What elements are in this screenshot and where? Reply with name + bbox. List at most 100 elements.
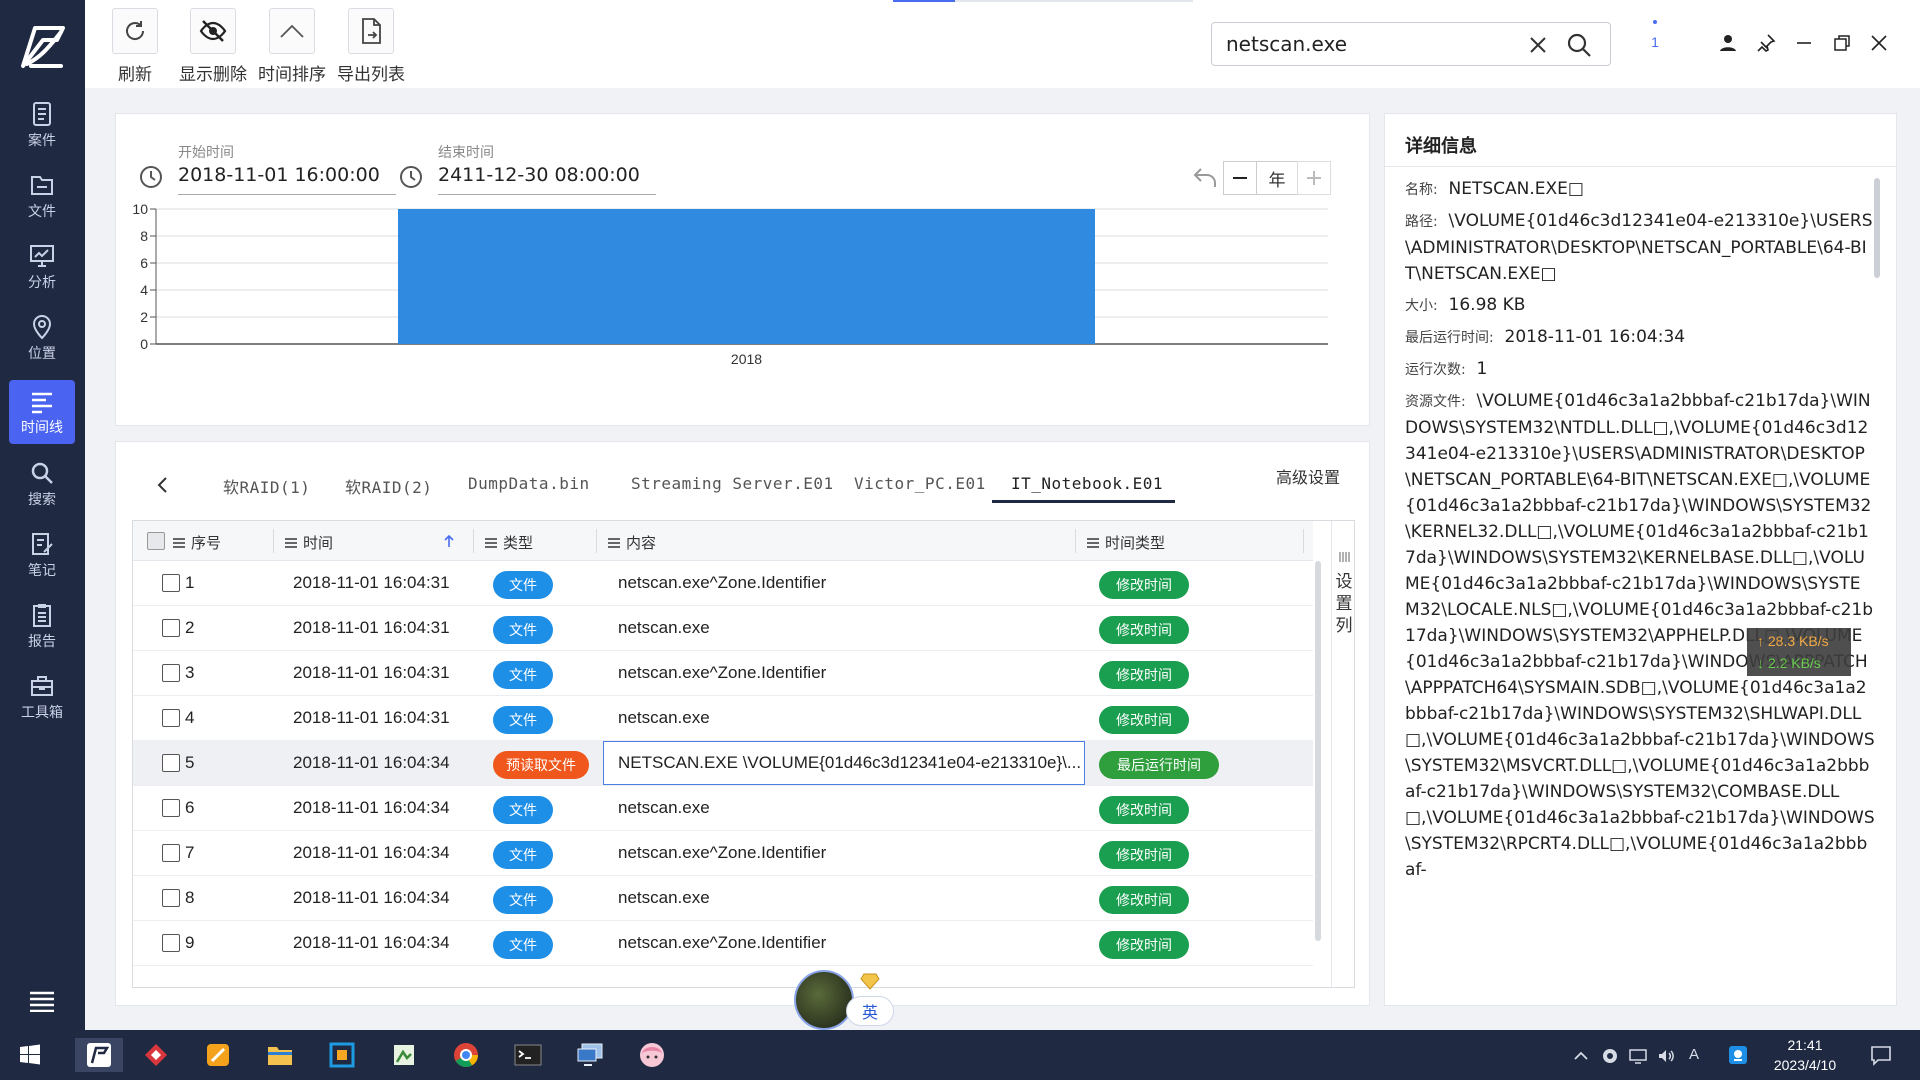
row-content[interactable]: netscan.exe	[618, 618, 1088, 638]
sidebar-item-report[interactable]: 报告	[9, 594, 75, 658]
row-content[interactable]: netscan.exe^Zone.Identifier	[618, 573, 1088, 593]
taskbar-app-red-tool[interactable]	[138, 1038, 174, 1072]
show-deleted-button[interactable]: 显示删除	[173, 8, 253, 85]
taskbar-app-forensics[interactable]	[75, 1038, 123, 1072]
notification-center-icon[interactable]	[1870, 1044, 1892, 1066]
taskbar-app-blue-tool[interactable]	[324, 1038, 360, 1072]
search-box[interactable]	[1211, 22, 1611, 66]
row-checkbox[interactable]	[162, 709, 180, 727]
pin-icon[interactable]	[1755, 32, 1777, 54]
taskbar-app-terminal[interactable]	[510, 1038, 546, 1072]
zoom-unit-select[interactable]: 年	[1256, 161, 1298, 195]
row-content[interactable]: netscan.exe^Zone.Identifier	[618, 933, 1088, 953]
start-button[interactable]	[12, 1038, 48, 1072]
column-settings-button[interactable]: 设置列	[1331, 521, 1355, 987]
tab-victor-pc[interactable]: Victor_PC.E01	[854, 474, 986, 493]
tab-soft-raid-1[interactable]: 软RAID(1)	[223, 474, 310, 498]
col-divider[interactable]	[1075, 529, 1076, 553]
advanced-settings-link[interactable]: 高级设置	[1276, 464, 1340, 488]
minimize-icon[interactable]	[1793, 32, 1815, 54]
table-row[interactable]: 3 2018-11-01 16:04:31 文件 netscan.exe^Zon…	[133, 651, 1313, 696]
taskbar-app-orange-tool[interactable]	[200, 1038, 236, 1072]
row-checkbox[interactable]	[162, 799, 180, 817]
table-row[interactable]: 7 2018-11-01 16:04:34 文件 netscan.exe^Zon…	[133, 831, 1313, 876]
taskbar-app-chrome[interactable]	[448, 1038, 484, 1072]
sort-ascending-icon[interactable]	[443, 534, 455, 548]
qq-icon[interactable]	[1728, 1045, 1748, 1065]
chevron-left-icon[interactable]	[156, 476, 170, 494]
tab-it-notebook[interactable]: IT_Notebook.E01	[1011, 474, 1163, 493]
row-content[interactable]: netscan.exe	[618, 708, 1088, 728]
volume-icon[interactable]	[1656, 1046, 1676, 1066]
col-divider[interactable]	[473, 529, 474, 553]
tray-app-icon[interactable]	[1600, 1046, 1620, 1066]
export-list-button[interactable]: 导出列表	[331, 8, 411, 85]
ime-language-toggle[interactable]: 英	[846, 996, 894, 1026]
row-content[interactable]: netscan.exe	[618, 798, 1088, 818]
row-content[interactable]: NETSCAN.EXE \VOLUME{01d46c3d12341e04-e21…	[603, 741, 1085, 785]
hamburger-menu-icon[interactable]	[28, 990, 56, 1012]
row-checkbox[interactable]	[162, 934, 180, 952]
taskbar-app-anime[interactable]	[634, 1038, 670, 1072]
restore-icon[interactable]	[1831, 32, 1853, 54]
zoom-in-button[interactable]	[1297, 161, 1331, 195]
col-divider[interactable]	[273, 529, 274, 553]
col-index-header[interactable]: 序号	[173, 532, 221, 553]
table-row[interactable]: 4 2018-11-01 16:04:31 文件 netscan.exe 修改时…	[133, 696, 1313, 741]
row-checkbox[interactable]	[162, 844, 180, 862]
row-checkbox[interactable]	[162, 574, 180, 592]
time-sort-button[interactable]: 时间排序	[252, 8, 332, 85]
col-type-header[interactable]: 类型	[485, 532, 533, 553]
col-content-header[interactable]: 内容	[608, 532, 656, 553]
bar-2018[interactable]	[398, 209, 1095, 344]
zoom-out-button[interactable]	[1223, 161, 1257, 195]
tab-soft-raid-2[interactable]: 软RAID(2)	[345, 474, 432, 498]
detail-scrollbar[interactable]	[1874, 178, 1880, 278]
col-divider[interactable]	[1303, 529, 1304, 553]
chevron-up-icon[interactable]	[1571, 1046, 1591, 1066]
undo-icon[interactable]	[1191, 165, 1219, 191]
row-checkbox[interactable]	[162, 754, 180, 772]
tab-streaming-server[interactable]: Streaming Server.E01	[631, 474, 834, 493]
sidebar-item-location[interactable]: 位置	[9, 306, 75, 370]
col-time-type-header[interactable]: 时间类型	[1087, 532, 1165, 553]
select-all-checkbox[interactable]	[147, 532, 165, 550]
app-logo[interactable]	[17, 20, 69, 72]
sidebar-item-note[interactable]: 笔记	[9, 523, 75, 587]
input-language-indicator[interactable]: A	[1684, 1046, 1704, 1066]
row-checkbox[interactable]	[162, 619, 180, 637]
timeline-bar-chart[interactable]: 0 2 4 6 8 10 2018	[116, 194, 1366, 374]
table-row[interactable]: 1 2018-11-01 16:04:31 文件 netscan.exe^Zon…	[133, 561, 1313, 606]
network-icon[interactable]	[1628, 1046, 1648, 1066]
sidebar-item-timeline[interactable]: 时间线	[9, 380, 75, 444]
table-row[interactable]: 8 2018-11-01 16:04:34 文件 netscan.exe 修改时…	[133, 876, 1313, 921]
end-time-field[interactable]: 2411-12-30 08:00:00	[438, 164, 656, 195]
col-time-header[interactable]: 时间	[285, 532, 333, 553]
taskbar-app-explorer[interactable]	[262, 1038, 298, 1072]
table-row[interactable]: 2 2018-11-01 16:04:31 文件 netscan.exe 修改时…	[133, 606, 1313, 651]
row-content[interactable]: netscan.exe^Zone.Identifier	[618, 663, 1088, 683]
row-checkbox[interactable]	[162, 664, 180, 682]
taskbar-app-remote-desktop[interactable]	[572, 1038, 608, 1072]
user-icon[interactable]	[1717, 32, 1739, 54]
sidebar-item-file[interactable]: 文件	[9, 164, 75, 228]
taskbar-app-green-tool[interactable]	[386, 1038, 422, 1072]
close-icon[interactable]	[1868, 32, 1890, 54]
refresh-button[interactable]: 刷新	[95, 8, 175, 85]
table-row[interactable]: 6 2018-11-01 16:04:34 文件 netscan.exe 修改时…	[133, 786, 1313, 831]
sidebar-item-search[interactable]: 搜索	[9, 452, 75, 516]
table-row-selected[interactable]: 5 2018-11-01 16:04:34 预读取文件 NETSCAN.EXE …	[133, 741, 1313, 786]
floating-avatar[interactable]	[794, 970, 854, 1030]
sidebar-item-analysis[interactable]: 分析	[9, 235, 75, 299]
row-checkbox[interactable]	[162, 889, 180, 907]
col-divider[interactable]	[596, 529, 597, 553]
tab-dumpdata[interactable]: DumpData.bin	[468, 474, 590, 493]
search-icon[interactable]	[1566, 32, 1592, 58]
table-row[interactable]: 9 2018-11-01 16:04:34 文件 netscan.exe^Zon…	[133, 921, 1313, 966]
start-time-field[interactable]: 2018-11-01 16:00:00	[178, 164, 396, 195]
notification-indicator[interactable]: 1	[1645, 20, 1665, 50]
sidebar-item-case[interactable]: 案件	[9, 93, 75, 157]
row-content[interactable]: netscan.exe	[618, 888, 1088, 908]
sidebar-item-toolbox[interactable]: 工具箱	[9, 665, 75, 729]
net-speed-widget[interactable]: ↑ 28.3 KB/s ↓ 2.2 KB/s	[1747, 628, 1851, 676]
